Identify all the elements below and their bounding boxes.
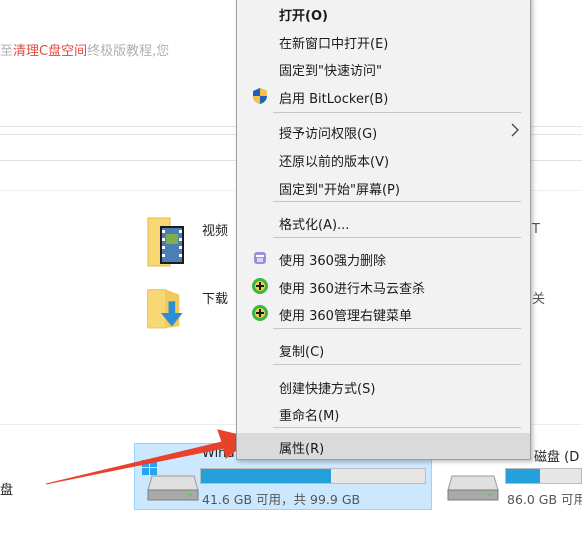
menu-item-pin-quick-access[interactable]: 固定到"快速访问" (237, 56, 530, 80)
menu-item-grant-access[interactable]: 授予访问权限(G) (237, 119, 530, 143)
shield-icon (253, 88, 267, 104)
context-menu: 打开(O) 在新窗口中打开(E) 固定到"快速访问" 启用 BitLocker(… (236, 0, 531, 460)
menu-separator (273, 328, 521, 329)
menu-item-360-manage[interactable]: 使用 360管理右键菜单 (237, 301, 530, 325)
menu-item-copy[interactable]: 复制(C) (237, 337, 530, 361)
menu-item-360-scan[interactable]: 使用 360进行木马云查杀 (237, 274, 530, 298)
menu-item-bitlocker[interactable]: 启用 BitLocker(B) (237, 84, 530, 108)
menu-item-open-new-window[interactable]: 在新窗口中打开(E) (237, 29, 530, 53)
menu-separator (273, 201, 521, 202)
menu-separator (273, 364, 521, 365)
menu-item-360-delete[interactable]: 使用 360强力删除 (237, 246, 530, 270)
menu-item-format[interactable]: 格式化(A)... (237, 210, 530, 234)
menu-item-open[interactable]: 打开(O) (237, 1, 530, 25)
360-manage-icon (252, 305, 268, 321)
menu-item-create-shortcut[interactable]: 创建快捷方式(S) (237, 374, 530, 398)
360-delete-icon (254, 252, 266, 264)
menu-separator (273, 237, 521, 238)
menu-separator (273, 112, 521, 113)
menu-item-pin-start[interactable]: 固定到"开始"屏幕(P) (237, 175, 530, 199)
menu-item-rename[interactable]: 重命名(M) (237, 401, 530, 425)
menu-separator (273, 427, 521, 428)
chevron-right-icon (511, 123, 519, 137)
menu-item-restore-versions[interactable]: 还原以前的版本(V) (237, 147, 530, 171)
menu-item-properties[interactable]: 属性(R) (237, 433, 530, 459)
360-scan-icon (252, 278, 268, 294)
